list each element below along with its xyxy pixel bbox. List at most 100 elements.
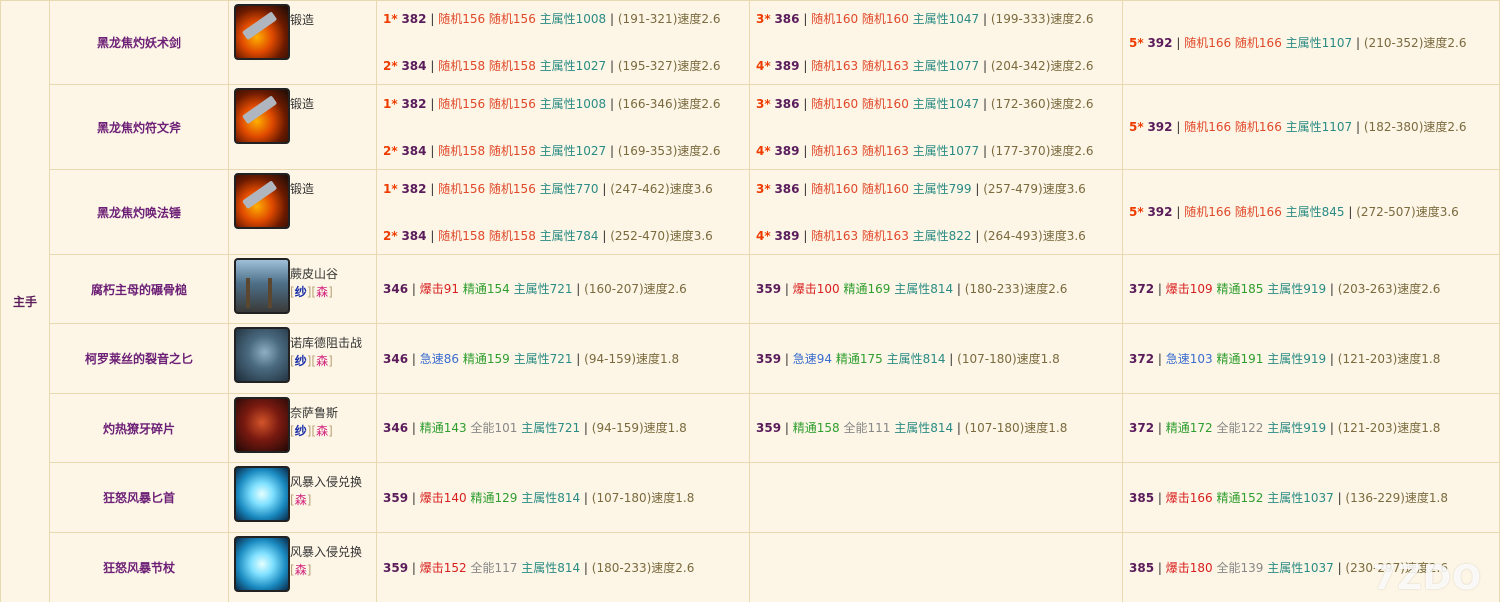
beast-icon[interactable]	[234, 327, 290, 383]
difficulty-tag: [森]	[311, 285, 333, 299]
page: 主手 黑龙焦灼妖术剑 锻造 1* 382 | 随机156 随机156 主属性1008 …	[0, 0, 1500, 602]
damage-speed: (107-180)速度1.8	[964, 421, 1068, 435]
storm-icon[interactable]	[234, 536, 290, 592]
source-name[interactable]: 锻造	[290, 13, 314, 27]
quality-star: 3*	[756, 12, 771, 26]
quality-star: 5*	[1129, 120, 1144, 134]
separator: |	[1154, 421, 1166, 435]
separator: |	[1326, 351, 1338, 366]
source-name[interactable]: 锻造	[290, 97, 314, 111]
forge-flame-icon[interactable]	[234, 88, 290, 144]
source-name[interactable]: 锻造	[290, 182, 314, 196]
damage-speed: (177-370)速度2.6	[990, 143, 1094, 158]
difficulty-label[interactable]: 森	[295, 563, 307, 577]
separator: |	[572, 282, 585, 296]
stat-cell: 3* 386 | 随机160 随机160 主属性1047 | (172-360)…	[749, 84, 1123, 170]
separator: |	[971, 181, 984, 196]
source-name[interactable]: 蕨皮山谷	[290, 267, 338, 281]
separator: |	[799, 143, 812, 158]
source-text: 诺库德阻击战 [纱][森]	[290, 334, 372, 370]
weapon-table: 主手 黑龙焦灼妖术剑 锻造 1* 382 | 随机156 随机156 主属性1008 …	[0, 0, 1500, 602]
quality-star: 5*	[1129, 35, 1144, 50]
item-name[interactable]: 灼热獠牙碎片	[49, 393, 229, 463]
item-name[interactable]: 腐朽主母的碾骨槌	[49, 254, 229, 324]
stat-main: 主属性919	[1267, 421, 1327, 435]
stat-main: 主属性814	[886, 351, 946, 366]
stat-rnd: 随机166	[1184, 120, 1232, 134]
storm-icon[interactable]	[234, 466, 290, 522]
valley-icon[interactable]	[234, 258, 290, 314]
stat-main: 主属性1027	[539, 143, 607, 158]
stat-main: 主属性799	[912, 181, 972, 196]
separator: |	[1326, 282, 1338, 296]
stat-line: 359 | 精通158 全能111 主属性814 | (107-180)速度1.…	[756, 420, 1122, 436]
source-name[interactable]: 风暴入侵兑换	[290, 545, 362, 559]
difficulty-label[interactable]: 纱	[295, 285, 307, 299]
stat-main: 主属性721	[513, 282, 573, 296]
difficulty-label[interactable]: 纱	[295, 424, 307, 438]
stat-line: 385 | 爆击166 精通152 主属性1037 | (136-229)速度1…	[1129, 490, 1499, 506]
damage-speed: (180-233)速度2.6	[964, 282, 1068, 296]
item-name[interactable]: 黑龙焦灼妖术剑	[49, 0, 229, 85]
table-row: 柯罗莱丝的裂音之匕 诺库德阻击战 [纱][森] 346 | 急速86 精通159 主属…	[1, 323, 1500, 394]
stat-rnd: 随机156	[488, 181, 536, 196]
difficulty-label[interactable]: 森	[316, 354, 328, 368]
stat-line: 1* 382 | 随机156 随机156 主属性1008 | (191-321)…	[383, 11, 749, 27]
stat-line: 359 | 急速94 精通175 主属性814 | (107-180)速度1.8	[756, 351, 1122, 367]
separator: |	[606, 96, 618, 111]
item-name[interactable]: 狂怒风暴节杖	[49, 532, 229, 602]
item-source: 锻造	[228, 84, 377, 170]
damage-speed: (180-233)速度2.6	[591, 560, 695, 575]
stat-main: 主属性814	[521, 560, 581, 575]
difficulty-tag: [纱]	[290, 285, 312, 299]
damage-speed: (257-479)速度3.6	[983, 181, 1086, 196]
stat-rnd: 随机156	[488, 12, 536, 26]
damage-speed: (203-263)速度2.6	[1337, 282, 1441, 296]
difficulty-tag: [森]	[290, 493, 312, 507]
source-name[interactable]: 奈萨鲁斯	[290, 406, 338, 420]
stat-vers: 全能122	[1216, 421, 1264, 435]
separator: |	[799, 228, 812, 243]
quality-star: 3*	[756, 96, 771, 111]
item-name[interactable]: 柯罗莱丝的裂音之匕	[49, 323, 229, 394]
stat-mast: 精通152	[1216, 490, 1264, 505]
stat-line: 2* 384 | 随机158 随机158 主属性1027 | (195-327)…	[383, 58, 749, 74]
separator: |	[426, 96, 439, 111]
source-text: 锻造	[290, 95, 372, 113]
item-name[interactable]: 狂怒风暴匕首	[49, 462, 229, 533]
quality-star: 4*	[756, 228, 771, 243]
source-name[interactable]: 诺库德阻击战	[290, 336, 362, 350]
difficulty-label[interactable]: 森	[316, 424, 328, 438]
damage-speed: (136-229)速度1.8	[1345, 490, 1449, 505]
difficulty-label[interactable]: 纱	[295, 354, 307, 368]
stat-mast: 精通143	[419, 421, 467, 435]
stat-line: 372 | 急速103 精通191 主属性919 | (121-203)速度1.…	[1129, 351, 1499, 367]
stat-rnd: 随机166	[1234, 205, 1282, 219]
quality-star: 2*	[383, 59, 398, 73]
source-text: 蕨皮山谷 [纱][森]	[290, 265, 372, 301]
item-name[interactable]: 黑龙焦灼符文斧	[49, 84, 229, 170]
stat-line: 4* 389 | 随机163 随机163 主属性1077 | (177-370)…	[756, 143, 1122, 159]
demon-icon[interactable]	[234, 397, 290, 453]
difficulty-label[interactable]: 森	[316, 285, 328, 299]
separator: |	[979, 96, 991, 111]
item-name[interactable]: 黑龙焦灼唤法锤	[49, 169, 229, 255]
item-level: 384	[401, 143, 427, 158]
forge-flame-icon[interactable]	[234, 4, 290, 60]
difficulty-label[interactable]: 森	[295, 493, 307, 507]
source-name[interactable]: 风暴入侵兑换	[290, 475, 362, 489]
stat-cell: 5* 392 | 随机166 随机166 主属性1107 | (210-352)…	[1122, 0, 1500, 85]
stat-rnd: 随机166	[1234, 35, 1282, 50]
stat-main: 主属性770	[539, 181, 599, 196]
stat-line: 3* 386 | 随机160 随机160 主属性799 | (257-479)速…	[756, 181, 1122, 197]
stat-cell: 3* 386 | 随机160 随机160 主属性799 | (257-479)速…	[749, 169, 1123, 255]
source-text: 锻造	[290, 180, 372, 198]
separator: |	[781, 351, 793, 366]
separator: |	[1172, 205, 1185, 219]
stat-cell: 385 | 爆击166 精通152 主属性1037 | (136-229)速度1…	[1122, 462, 1500, 533]
forge-flame-icon[interactable]	[234, 173, 290, 229]
stat-mast: 精通154	[462, 282, 510, 296]
stat-cell: 359 | 爆击152 全能117 主属性814 | (180-233)速度2.…	[376, 532, 750, 602]
stat-main: 主属性814	[894, 282, 954, 296]
stat-main: 主属性814	[894, 421, 954, 435]
